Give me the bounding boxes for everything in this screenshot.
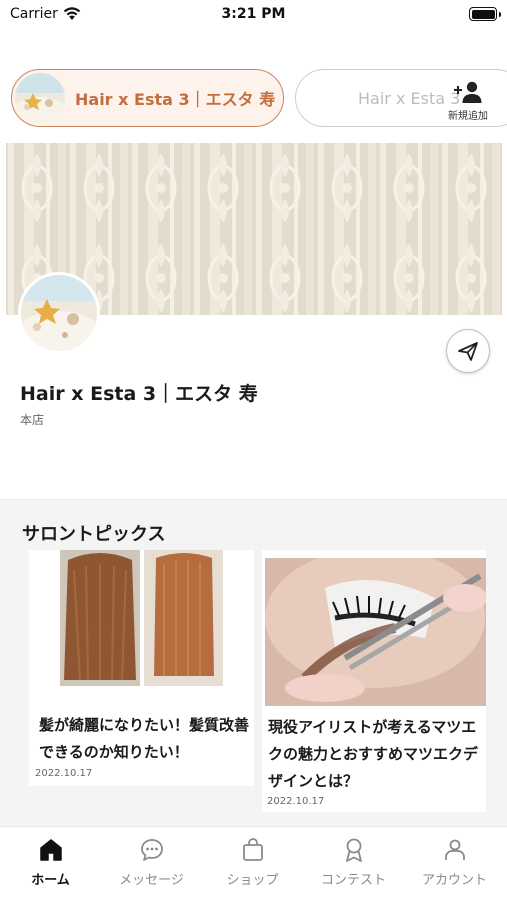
salon-topics-section: サロントピックス 髪が綺麗になりたい！髪質改善できるのか知りたい！ 2022.1… <box>0 499 507 826</box>
paper-plane-icon <box>458 342 478 361</box>
person-add-icon <box>454 81 482 103</box>
home-icon <box>39 839 62 861</box>
add-salon-button[interactable]: 新規追加 <box>440 80 496 126</box>
tab-messages[interactable]: メッセージ <box>101 827 202 900</box>
tab-home[interactable]: ホーム <box>0 827 101 900</box>
topic-date: 2022.10.17 <box>35 768 93 779</box>
topic-title: 現役アイリストが考えるマツエクの魅力とおすすめマツエクデザインとは？ <box>268 718 479 790</box>
topic-image-eyelash <box>265 558 486 706</box>
topic-card[interactable]: 髪が綺麗になりたい！髪質改善できるのか知りたい！ 2022.10.17 <box>29 550 254 786</box>
profile-avatar <box>18 272 100 354</box>
tab-account[interactable]: アカウント <box>404 827 505 900</box>
salon-avatar-image <box>15 73 65 123</box>
status-bar: Carrier 3:21 PM <box>0 0 507 30</box>
topic-title: 髪が綺麗になりたい！髪質改善できるのか知りたい！ <box>39 716 250 761</box>
share-button[interactable] <box>446 329 490 373</box>
status-time: 3:21 PM <box>221 6 286 22</box>
tab-shop[interactable]: ショップ <box>202 827 303 900</box>
add-salon-label: 新規追加 <box>448 111 488 122</box>
tab-label: メッセージ <box>119 873 184 888</box>
tab-label: ホーム <box>31 873 70 888</box>
account-person-icon <box>444 839 465 860</box>
topic-card[interactable]: 現役アイリストが考えるマツエクの魅力とおすすめマツエクデザインとは？ 2022.… <box>262 550 486 812</box>
chat-bubble-icon <box>140 839 163 861</box>
tab-contest[interactable]: コンテスト <box>303 827 404 900</box>
shopping-bag-icon <box>242 838 263 861</box>
section-title: サロントピックス <box>22 524 166 545</box>
topic-image-hair <box>60 550 223 686</box>
salon-chip-active[interactable]: Hair x Esta 3｜エスタ 寿 <box>11 69 284 127</box>
award-ribbon-icon <box>345 838 362 862</box>
tab-label: コンテスト <box>320 873 386 888</box>
tab-label: ショップ <box>226 873 279 888</box>
topic-date: 2022.10.17 <box>267 796 325 807</box>
bottom-tab-bar: ホーム メッセージ ショップ コンテスト アカウント <box>0 826 507 900</box>
salon-chip-label: Hair x Esta 3｜エスタ 寿 <box>75 90 276 109</box>
tab-label: アカウント <box>421 873 487 888</box>
salon-name: Hair x Esta 3｜エスタ 寿 <box>20 383 258 405</box>
branch-label: 本店 <box>20 413 45 427</box>
battery-icon <box>469 7 501 21</box>
